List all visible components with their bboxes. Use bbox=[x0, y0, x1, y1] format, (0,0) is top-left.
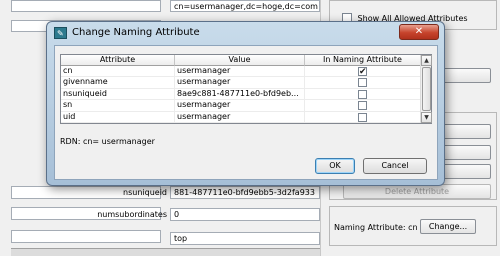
attribute-cell: nsuniqueid bbox=[61, 88, 175, 100]
dialog-titlebar[interactable]: ✎ Change Naming Attribute ✕ bbox=[47, 22, 444, 44]
table-row[interactable]: uid usermanager bbox=[61, 111, 421, 123]
value-cell: 8ae9c881-487711e0-bfd9eb... bbox=[175, 88, 305, 100]
close-icon: ✕ bbox=[414, 26, 424, 37]
nsuniqueid-row: nsuniqueid 881-487711e0-bfd9ebb5-3d2fa93… bbox=[0, 186, 320, 199]
naming-checkbox[interactable] bbox=[358, 78, 367, 88]
naming-attribute-group: Naming Attribute: cn Change... bbox=[329, 206, 497, 246]
numsubordinates-field[interactable]: 0 bbox=[170, 208, 320, 221]
close-button[interactable]: ✕ bbox=[399, 24, 439, 40]
attribute-cell: uid bbox=[61, 111, 175, 122]
change-naming-attribute-dialog: ✎ Change Naming Attribute ✕ Attribute Va… bbox=[46, 21, 445, 186]
scroll-down-icon[interactable]: ▼ bbox=[421, 112, 432, 123]
dialog-title: Change Naming Attribute bbox=[72, 27, 200, 38]
naming-attribute-label: Naming Attribute: cn bbox=[334, 223, 418, 232]
field-label: nsuniqueid bbox=[123, 188, 167, 197]
table-header: Attribute Value In Naming Attribute bbox=[61, 55, 421, 66]
naming-cell bbox=[305, 100, 421, 111]
naming-cell bbox=[305, 77, 421, 88]
entrydn-field[interactable]: cn=usermanager,dc=hoge,dc=com bbox=[170, 0, 320, 12]
value-cell: usermanager bbox=[175, 111, 305, 122]
table-row[interactable]: nsuniqueid 8ae9c881-487711e0-bfd9eb... bbox=[61, 88, 421, 101]
naming-cell bbox=[305, 88, 421, 100]
change-button[interactable]: Change... bbox=[420, 219, 476, 234]
table-row[interactable]: sn usermanager bbox=[61, 100, 421, 112]
naming-checkbox[interactable] bbox=[358, 89, 367, 99]
column-header-value[interactable]: Value bbox=[175, 55, 305, 66]
objectclass-field[interactable]: top bbox=[170, 232, 320, 245]
attribute-cell: sn bbox=[61, 100, 175, 111]
naming-cell bbox=[305, 111, 421, 122]
ok-button[interactable]: OK bbox=[315, 158, 355, 174]
cancel-button[interactable]: Cancel bbox=[363, 158, 427, 174]
table-scrollbar[interactable]: ▲ ▼ bbox=[420, 55, 432, 123]
scroll-thumb[interactable] bbox=[422, 67, 431, 111]
value-cell: usermanager bbox=[175, 77, 305, 88]
attribute-cell: cn bbox=[61, 66, 175, 77]
naming-checkbox[interactable] bbox=[358, 101, 367, 111]
scroll-up-icon[interactable]: ▲ bbox=[421, 55, 432, 66]
rdn-text: RDN: cn= usermanager bbox=[60, 137, 155, 146]
numsubordinates-row: numsubordinates 0 bbox=[0, 208, 320, 221]
delete-attribute-button[interactable]: Delete Attribute bbox=[343, 184, 491, 199]
table-row[interactable]: givenname usermanager bbox=[61, 77, 421, 89]
column-header-attribute[interactable]: Attribute bbox=[61, 55, 175, 66]
app-icon: ✎ bbox=[54, 27, 67, 39]
value-cell: usermanager bbox=[175, 66, 305, 77]
naming-cell: ✔ bbox=[305, 66, 421, 77]
column-header-in-naming-attribute[interactable]: In Naming Attribute bbox=[305, 55, 421, 66]
naming-checkbox[interactable] bbox=[358, 112, 367, 122]
nsuniqueid-field[interactable]: 881-487711e0-bfd9ebb5-3d2fa933 bbox=[170, 186, 320, 199]
table-row[interactable]: cn usermanager ✔ bbox=[61, 66, 421, 78]
dialog-client-area: Attribute Value In Naming Attribute cn u… bbox=[54, 45, 438, 180]
horizontal-scrollbar[interactable] bbox=[11, 248, 320, 256]
value-cell: usermanager bbox=[175, 100, 305, 111]
attribute-list-strip[interactable] bbox=[11, 0, 161, 12]
table-body: cn usermanager ✔ givenname usermanager n… bbox=[61, 66, 421, 123]
naming-checkbox[interactable]: ✔ bbox=[358, 67, 367, 76]
attribute-table: Attribute Value In Naming Attribute cn u… bbox=[60, 54, 432, 124]
field-label: numsubordinates bbox=[97, 210, 167, 219]
objectclass-row: top bbox=[0, 232, 320, 245]
attribute-cell: givenname bbox=[61, 77, 175, 88]
